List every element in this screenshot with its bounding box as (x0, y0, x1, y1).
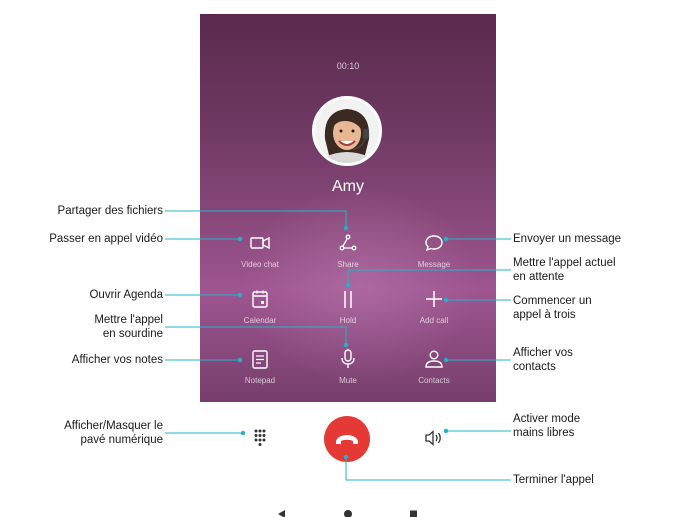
callout-contacts-line2: contacts (513, 361, 556, 373)
callout-add-call-line2: appel à trois (513, 309, 576, 321)
callout-end-call: Terminer l'appel (513, 474, 594, 486)
callout-speaker-line1: Activer mode (513, 413, 581, 425)
callout-mute-line2: en sourdine (102, 328, 163, 340)
callout-hold-line1: Mettre l'appel actuel (513, 257, 616, 269)
callout-hold-line2: en attente (513, 271, 565, 283)
callout-calendar: Ouvrir Agenda (89, 289, 163, 301)
callout-hold: Mettre l'appel actuel en attente (513, 256, 616, 284)
callout-dialpad-line1: Afficher/Masquer le (64, 420, 163, 432)
callout-message: Envoyer un message (513, 233, 622, 245)
callout-speaker-line2: mains libres (513, 427, 575, 439)
callout-dialpad: Afficher/Masquer le pavé numérique (64, 419, 163, 447)
callout-add-call-line1: Commencer un (513, 295, 592, 307)
callout-contacts: Afficher vos contacts (513, 346, 573, 374)
callout-mute: Mettre l'appel en sourdine (94, 313, 163, 341)
callout-notepad: Afficher vos notes (71, 354, 163, 366)
callout-dialpad-line2: pavé numérique (80, 434, 163, 446)
callout-video: Passer en appel vidéo (49, 233, 163, 245)
callout-speaker: Activer mode mains libres (513, 412, 580, 440)
callout-share: Partager des fichiers (57, 205, 163, 217)
callout-mute-line1: Mettre l'appel (94, 314, 163, 326)
callout-contacts-line1: Afficher vos (513, 347, 573, 359)
callout-add-call: Commencer un appel à trois (513, 294, 592, 322)
